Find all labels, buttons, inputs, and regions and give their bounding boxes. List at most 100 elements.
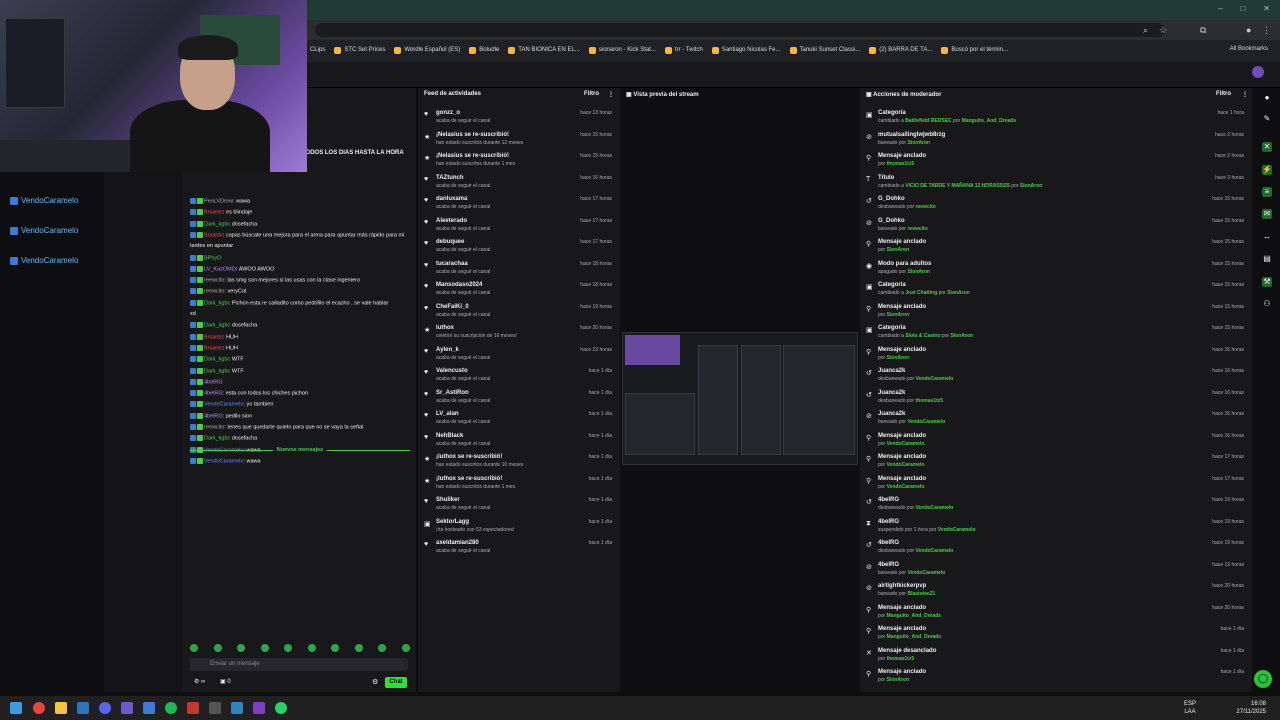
mod-action-item[interactable]: ↺ 4belRG desbaneado por VendoCaramelo hace … — [866, 495, 1248, 515]
chat-username[interactable]: 4belRG — [204, 391, 223, 397]
feed-item[interactable]: ★ ¡Nelasius se re-suscribió! han estado su… — [424, 130, 616, 150]
bookmark-item[interactable]: TAN BIONICA EN EL... — [508, 46, 580, 54]
folder-icon[interactable] — [55, 702, 67, 714]
mod-action-item[interactable]: ◉ Modo para adultos apagado por SionAron ha… — [866, 259, 1248, 279]
bookmark-item[interactable]: (2) BARRA DE TA... — [869, 46, 932, 54]
mod-action-item[interactable]: ⚲ Mensaje anclado por VendoCaramelo hace 17… — [866, 452, 1248, 472]
mod-action-item[interactable]: ⚲ Mensaje anclado por SionAron hace 1 día — [866, 667, 1248, 687]
emote-icon[interactable] — [213, 644, 222, 652]
bookmark-item[interactable]: Boludle — [469, 46, 499, 54]
settings-icon[interactable]: ⚙ — [372, 678, 378, 686]
feed-item[interactable]: ♥ Aleeterado acaba de seguir el canal hace … — [424, 216, 616, 236]
feed-item[interactable]: ▣ SektorLagg ¡ha hosteado con 53 espectado… — [424, 517, 616, 537]
sidebar-user[interactable]: VendoCaramelo — [10, 256, 78, 265]
mod-action-item[interactable]: ⚲ Mensaje anclado por SionAron hace 15 hora… — [866, 237, 1248, 257]
mod-action-item[interactable]: ↺ G_Dohko desbaneado por reewcito hace 15 h… — [866, 194, 1248, 214]
feed-item[interactable]: ♥ Valencusto acaba de seguir el canal hace … — [424, 366, 616, 386]
star-icon[interactable]: ☆ — [1159, 25, 1167, 36]
discord-icon[interactable] — [99, 702, 111, 714]
feed-item[interactable]: ♥ CheFaiKi_0 acaba de seguir el canal hace … — [424, 302, 616, 322]
feed-item[interactable]: ♥ Mansodaso2024 acaba de seguir el canal ha… — [424, 280, 616, 300]
bookmark-item[interactable]: trr - Twitch — [664, 46, 703, 54]
chrome-icon[interactable] — [33, 702, 45, 714]
emote-icon[interactable] — [260, 644, 269, 652]
mod-action-item[interactable]: ⚲ Mensaje anclado por VendoCaramelo hace 17… — [866, 474, 1248, 494]
chat-username[interactable]: Dark_kgbc — [204, 368, 230, 374]
chat-username[interactable]: Dark_kgbc — [204, 357, 230, 363]
profile-icon[interactable]: ● — [1246, 25, 1251, 35]
bookmark-item[interactable]: Santiago Nicolas Fe... — [711, 46, 781, 54]
filter-button[interactable]: Filtro — [584, 88, 599, 100]
emote-icon[interactable] — [237, 644, 246, 652]
chat-input[interactable]: Enviar un mensaje — [190, 658, 408, 671]
mod-action-item[interactable]: ⊘ airtightkickerpvp baneado por Blastoise2… — [866, 581, 1248, 601]
windows-start-icon[interactable] — [10, 702, 22, 714]
mod-action-item[interactable]: ⊘ G_Dohko baneado por reewcito hace 15 hora… — [866, 216, 1248, 236]
sidebar-user[interactable]: VendoCaramelo — [10, 226, 78, 235]
bookmark-item[interactable]: sionaron - Kick Stat... — [588, 46, 656, 54]
feed-item[interactable]: ♥ Aylen_k acaba de seguir el canal hace 23 … — [424, 345, 616, 365]
mod-action-item[interactable]: ⚲ Mensaje anclado por Manguito_And_Dreads h… — [866, 624, 1248, 644]
stream-video[interactable] — [622, 332, 858, 465]
bookmark-item[interactable]: Wordle Español (ES) — [394, 46, 460, 54]
app-icon[interactable] — [231, 702, 243, 714]
emote-icon[interactable] — [401, 644, 410, 652]
app-icon[interactable] — [143, 702, 155, 714]
feed-item[interactable]: ♥ danluxama acaba de seguir el canal hace 1… — [424, 194, 616, 214]
emote-icon[interactable] — [378, 644, 387, 652]
feed-item[interactable]: ★ ¡luthox se re-suscribió! han estado susc… — [424, 452, 616, 472]
list-icon[interactable]: ≡ — [1262, 187, 1272, 197]
more-icon[interactable]: ⋮ — [1242, 88, 1248, 100]
bookmark-item[interactable]: Tanuki Sunset Classi... — [789, 46, 860, 54]
chat-username[interactable]: Brsanto — [204, 334, 223, 340]
mod-action-item[interactable]: ▣ Categoría cambiado a Just Chatting por S… — [866, 280, 1248, 300]
feed-item[interactable]: ★ ¡luthox se re-suscribió! han estado susc… — [424, 474, 616, 494]
mod-action-item[interactable]: ↺ 4belRG desbaneado por VendoCaramelo hace … — [866, 538, 1248, 558]
filter-button[interactable]: Filtro — [1216, 88, 1231, 100]
language-indicator[interactable]: ESP LAA — [1184, 700, 1196, 716]
chat-username[interactable]: Brsanto — [204, 345, 223, 351]
steam-icon[interactable] — [77, 702, 89, 714]
whatsapp-icon[interactable] — [275, 702, 287, 714]
chat-username[interactable]: LV_KazOMDr — [204, 266, 238, 272]
chat-username[interactable]: reewcito — [204, 278, 224, 284]
feed-item[interactable]: ♥ gonzz_o acaba de seguir el canal hace 13 … — [424, 108, 616, 128]
mod-action-item[interactable]: T Título cambiado a VICIO DE TARDE Y MAÑAN… — [866, 173, 1248, 193]
mod-action-item[interactable]: ⊘ Juanca2k baneado por VendoCaramelo hace 1… — [866, 409, 1248, 429]
points-icon[interactable]: ⚙ ∞ — [194, 678, 205, 685]
mod-action-item[interactable]: ↺ Juanca2k desbaneado por VendoCaramelo hac… — [866, 366, 1248, 386]
app-icon[interactable] — [253, 702, 265, 714]
people-icon[interactable]: ⚇ — [1262, 299, 1272, 309]
chat-username[interactable]: VendoCaramelo — [204, 402, 243, 408]
mod-action-item[interactable]: ⚲ Mensaje anclado por thomas1tz5 hace 2 hor… — [866, 151, 1248, 171]
emote-icon[interactable] — [354, 644, 363, 652]
stack-icon[interactable]: ▤ — [1262, 254, 1272, 264]
chat-username[interactable]: reewcito — [204, 289, 224, 295]
chat-username[interactable]: BPhyO — [204, 255, 221, 261]
new-messages-divider[interactable]: Nuevos mensajes — [190, 445, 410, 455]
spotify-icon[interactable] — [165, 702, 177, 714]
minimize-icon[interactable]: – — [1218, 4, 1222, 13]
chat-username[interactable]: Dark_kgbc — [204, 221, 230, 227]
chat-username[interactable]: 4belRG — [204, 413, 223, 419]
avatar[interactable] — [1252, 66, 1264, 78]
pinned-message[interactable]: TODOS LOS DIAS HASTA LA HORA — [302, 150, 414, 164]
mod-action-item[interactable]: ⧗ 4belRG suspendido por 1 hora por VendoCa… — [866, 517, 1248, 537]
app-icon[interactable] — [209, 702, 221, 714]
chat-username[interactable]: reewcito — [204, 424, 224, 430]
all-bookmarks-link[interactable]: All Bookmarks — [1230, 46, 1268, 52]
chat-username[interactable]: Dark_kgbc — [204, 300, 230, 306]
close-icon[interactable]: ✕ — [1263, 4, 1270, 13]
dot-icon[interactable]: ● — [1262, 93, 1272, 103]
maximize-icon[interactable]: □ — [1240, 4, 1245, 13]
chat-bubble-icon[interactable]: ◯ — [1254, 670, 1272, 688]
mod-action-item[interactable]: ▣ Categoría cambiado a Slots & Casino por … — [866, 323, 1248, 343]
chat-username[interactable]: PeoLVDrew — [204, 198, 233, 204]
arrows-icon[interactable]: ↔ — [1262, 232, 1272, 242]
search-icon[interactable]: ⌕ — [1143, 25, 1148, 36]
feed-item[interactable]: ♥ NehBlack acaba de seguir el canal hace 1 … — [424, 431, 616, 451]
feed-item[interactable]: ♥ LV_alan acaba de seguir el canal hace 1 d… — [424, 409, 616, 429]
clock[interactable]: 16:08 27/11/2025 — [1236, 700, 1266, 716]
mod-action-item[interactable]: ⚲ Mensaje anclado por VendoCaramelo hace 16… — [866, 431, 1248, 451]
mod-action-item[interactable]: ⚲ Mensaje anclado por SionAron hace 16 hora… — [866, 345, 1248, 365]
